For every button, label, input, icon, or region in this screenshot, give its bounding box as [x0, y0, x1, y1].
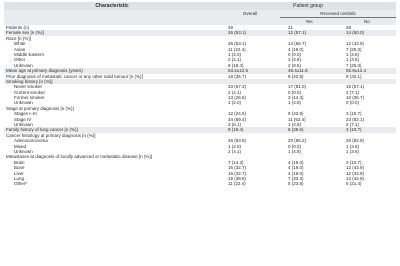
baseline-characteristics-table-container: Characteristic Patient group Overall Rec… — [4, 2, 396, 187]
baseline-characteristics-table: Characteristic Patient group Overall Rec… — [4, 2, 396, 187]
header-spacer — [220, 17, 280, 25]
row-label: Other* — [14, 181, 28, 187]
cell-overall: 11 (22.4) — [228, 181, 246, 187]
table-body: Patients (n) 49 21 28 Female sex [n (%)] 26 (… — [4, 25, 396, 187]
header-received-ceritinib: Received ceritinib — [280, 10, 396, 18]
header-characteristic: Characteristic — [4, 2, 220, 10]
cell-no: 6 (21.4) — [346, 181, 362, 187]
cell-yes: 5 (23.8) — [288, 181, 304, 187]
header-overall: Overall — [220, 10, 280, 18]
header-yes: Yes — [280, 17, 338, 25]
table-row: Other* 11 (22.4) 5 (23.8) 6 (21.4) — [4, 181, 396, 186]
header-patient-group: Patient group — [220, 2, 396, 10]
header-spacer — [4, 10, 220, 18]
header-spacer — [4, 17, 220, 25]
header-no: No — [338, 17, 396, 25]
